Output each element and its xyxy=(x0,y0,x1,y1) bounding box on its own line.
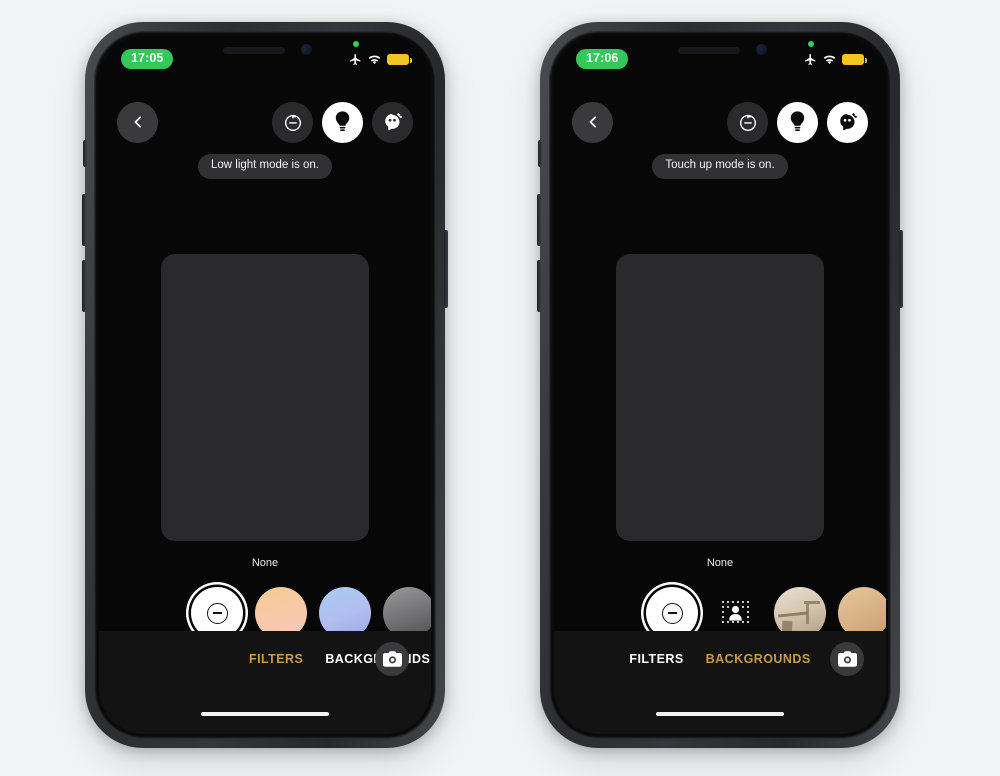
home-indicator xyxy=(201,711,329,716)
screenshot-stage: 17:05 Low light mode is on. None FILTERS… xyxy=(0,0,1000,776)
status-toast: Low light mode is on. xyxy=(197,154,333,179)
carousel-selected-label: None xyxy=(706,557,734,569)
status-indicators xyxy=(804,40,867,66)
carousel-selected-label: None xyxy=(251,557,279,569)
timer-button[interactable] xyxy=(727,101,768,143)
battery-icon xyxy=(387,53,412,65)
touch-up-face-icon xyxy=(384,112,402,130)
chevron-left-icon xyxy=(589,116,596,128)
no-background-icon xyxy=(661,602,683,624)
battery-icon xyxy=(842,53,867,65)
wifi-icon xyxy=(368,55,381,64)
status-bar-right: 17:06 xyxy=(554,40,886,71)
volume-down-button[interactable] xyxy=(537,260,541,312)
status-toast: Touch up mode is on. xyxy=(652,154,788,179)
touch-up-button[interactable] xyxy=(827,101,868,143)
phone-bezel-right: 17:06 Touch up mode is on. None FILTERS … xyxy=(549,31,891,739)
green-dot-icon xyxy=(353,40,359,47)
phone-device-right: 17:06 Touch up mode is on. None FILTERS … xyxy=(537,22,903,748)
volume-up-button[interactable] xyxy=(82,194,86,246)
status-time: 17:05 xyxy=(121,49,174,69)
tab-filters[interactable]: FILTERS xyxy=(629,653,683,666)
toast-container-right: Touch up mode is on. xyxy=(554,154,886,179)
bottom-tab-bar-left: FILTERS BACKGROUNDS xyxy=(99,631,431,734)
power-button[interactable] xyxy=(899,230,903,308)
status-time: 17:06 xyxy=(576,49,629,69)
green-dot-icon xyxy=(808,40,814,47)
phone-screen-left: 17:05 Low light mode is on. None FILTERS xyxy=(99,36,431,734)
phone-screen-right: 17:06 Touch up mode is on. None FILTERS … xyxy=(554,36,886,734)
camera-switch-button[interactable] xyxy=(830,642,864,676)
phone-device-left: 17:05 Low light mode is on. None FILTERS xyxy=(82,22,448,748)
low-light-button[interactable] xyxy=(322,101,363,143)
toast-container-left: Low light mode is on. xyxy=(99,154,431,179)
timer-icon xyxy=(284,114,301,131)
top-control-row-right xyxy=(554,100,886,144)
airplane-icon xyxy=(805,53,816,65)
no-filter-icon xyxy=(206,602,228,624)
top-control-row-left xyxy=(99,100,431,144)
lightbulb-icon xyxy=(790,111,805,131)
control-button-group xyxy=(272,101,413,143)
tab-backgrounds[interactable]: BACKGROUNDS xyxy=(706,653,811,666)
camera-preview-area[interactable] xyxy=(161,254,369,541)
back-button[interactable] xyxy=(117,101,158,143)
control-button-group xyxy=(727,101,868,143)
camera-icon xyxy=(837,651,857,667)
bottom-tab-bar-right: FILTERS BACKGROUNDS xyxy=(554,631,886,734)
volume-up-button[interactable] xyxy=(537,194,541,246)
touch-up-button[interactable] xyxy=(372,101,413,143)
tab-filters[interactable]: FILTERS xyxy=(249,653,303,666)
camera-switch-button[interactable] xyxy=(375,642,409,676)
timer-button[interactable] xyxy=(272,101,313,143)
status-indicators xyxy=(349,40,412,66)
portrait-blur-icon xyxy=(721,600,750,624)
lightbulb-icon xyxy=(335,111,350,131)
airplane-icon xyxy=(350,53,361,65)
touch-up-face-icon xyxy=(839,112,857,130)
wifi-icon xyxy=(823,55,836,64)
volume-down-button[interactable] xyxy=(82,260,86,312)
status-bar-left: 17:05 xyxy=(99,40,431,71)
mute-switch[interactable] xyxy=(83,140,87,167)
camera-preview-area[interactable] xyxy=(616,254,824,541)
camera-icon xyxy=(382,651,402,667)
low-light-button[interactable] xyxy=(777,101,818,143)
phone-bezel-left: 17:05 Low light mode is on. None FILTERS xyxy=(94,31,436,739)
mute-switch[interactable] xyxy=(538,140,542,167)
chevron-left-icon xyxy=(134,116,141,128)
timer-icon xyxy=(739,114,756,131)
back-button[interactable] xyxy=(572,101,613,143)
home-indicator xyxy=(656,711,784,716)
power-button[interactable] xyxy=(444,230,448,308)
